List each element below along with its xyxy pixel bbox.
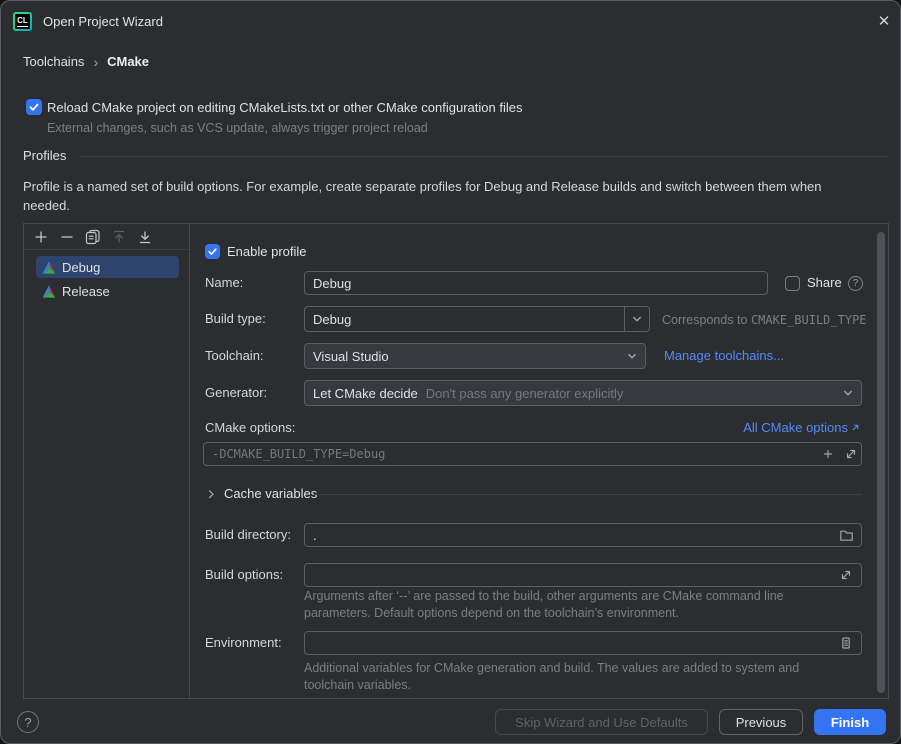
enable-profile-checkbox[interactable] (205, 244, 220, 259)
cache-variables-toggle[interactable]: Cache variables (205, 486, 317, 501)
list-item-label: Debug (62, 260, 100, 275)
cmake-build-type-code: CMAKE_BUILD_TYPE (751, 313, 867, 327)
chevron-down-icon (630, 312, 644, 326)
profiles-toolbar (24, 224, 189, 250)
name-input[interactable] (304, 271, 768, 295)
copy-icon[interactable] (85, 229, 101, 245)
cmake-options-label: CMake options: (205, 420, 295, 435)
list-item-release[interactable]: Release (36, 280, 179, 302)
build-directory-input[interactable] (304, 523, 862, 547)
profiles-list-pane: Debug Release (24, 224, 190, 698)
expand-icon[interactable] (838, 567, 854, 583)
chevron-right-icon: › (93, 55, 98, 69)
section-divider (81, 156, 887, 157)
remove-icon[interactable] (59, 229, 75, 245)
profiles-panel: Debug Release Enable profile Name: Shar (23, 223, 889, 699)
cmake-options-value: -DCMAKE_BUILD_TYPE=Debug (212, 447, 385, 461)
cmake-options-input[interactable]: -DCMAKE_BUILD_TYPE=Debug (203, 442, 862, 466)
environment-input[interactable] (304, 631, 862, 655)
build-type-dropdown[interactable]: Debug (304, 306, 650, 332)
clion-logo-icon: CL (13, 12, 32, 31)
checkmark-icon (207, 246, 218, 257)
reload-cmake-checkbox[interactable] (26, 99, 42, 115)
all-cmake-options-link[interactable]: All CMake options (743, 420, 860, 435)
folder-icon[interactable] (838, 527, 854, 543)
chevron-right-icon (205, 488, 217, 500)
profiles-list: Debug Release (24, 250, 189, 302)
share-label: Share (807, 275, 842, 290)
toolchain-label: Toolchain: (205, 348, 264, 363)
build-options-input[interactable] (304, 563, 862, 587)
enable-profile-label: Enable profile (227, 244, 307, 259)
name-label: Name: (205, 275, 243, 290)
vertical-scrollbar[interactable] (877, 232, 885, 693)
build-directory-label: Build directory: (205, 527, 291, 542)
section-divider (314, 494, 862, 495)
build-type-value: Debug (313, 312, 351, 327)
generator-dropdown[interactable]: Let CMake decide Don't pass any generato… (304, 380, 862, 406)
build-options-label: Build options: (205, 567, 283, 582)
variables-list-icon[interactable] (838, 635, 854, 651)
cmake-profile-icon (42, 261, 56, 274)
chevron-down-icon (625, 349, 639, 363)
open-project-wizard-dialog: CL Open Project Wizard ✕ Toolchains › CM… (0, 0, 901, 744)
breadcrumb-cmake: CMake (107, 54, 149, 69)
dropdown-button[interactable] (835, 386, 861, 400)
share-checkbox[interactable] (785, 276, 800, 291)
build-type-hint: Corresponds to CMAKE_BUILD_TYPE (662, 312, 867, 329)
generator-label: Generator: (205, 385, 267, 400)
skip-wizard-button[interactable]: Skip Wizard and Use Defaults (495, 709, 708, 735)
toolchain-value: Visual Studio (313, 349, 389, 364)
reload-cmake-label: Reload CMake project on editing CMakeLis… (47, 100, 522, 115)
build-type-label: Build type: (205, 311, 266, 326)
list-item-label: Release (62, 284, 110, 299)
cmake-profile-icon (42, 285, 56, 298)
window-title: Open Project Wizard (43, 14, 163, 29)
cache-variables-label: Cache variables (224, 486, 317, 501)
external-link-icon (851, 423, 860, 432)
help-icon[interactable]: ? (17, 711, 39, 733)
reload-cmake-hint: External changes, such as VCS update, al… (47, 121, 428, 135)
checkmark-icon (28, 101, 40, 113)
profiles-section-title: Profiles (23, 148, 66, 163)
share-help-icon[interactable]: ? (848, 276, 863, 291)
move-up-icon[interactable] (111, 229, 127, 245)
environment-label: Environment: (205, 635, 282, 650)
environment-hint: Additional variables for CMake generatio… (304, 660, 849, 694)
expand-icon[interactable] (843, 446, 859, 462)
finish-button[interactable]: Finish (814, 709, 886, 735)
add-icon[interactable] (33, 229, 49, 245)
dropdown-button[interactable] (624, 307, 649, 331)
breadcrumb: Toolchains › CMake (23, 54, 149, 69)
toolchain-dropdown[interactable]: Visual Studio (304, 343, 646, 369)
profiles-description: Profile is a named set of build options.… (23, 177, 868, 215)
previous-button[interactable]: Previous (719, 709, 803, 735)
add-macro-icon[interactable] (820, 446, 836, 462)
generator-placeholder: Don't pass any generator explicitly (426, 386, 624, 401)
breadcrumb-toolchains[interactable]: Toolchains (23, 54, 84, 69)
list-item-debug[interactable]: Debug (36, 256, 179, 278)
manage-toolchains-link[interactable]: Manage toolchains... (664, 348, 784, 363)
move-down-icon[interactable] (137, 229, 153, 245)
chevron-down-icon (841, 386, 855, 400)
build-options-hint: Arguments after ‘--’ are passed to the b… (304, 588, 849, 622)
close-icon[interactable]: ✕ (873, 10, 895, 32)
generator-value: Let CMake decide (313, 386, 418, 401)
dropdown-button[interactable] (619, 349, 645, 363)
